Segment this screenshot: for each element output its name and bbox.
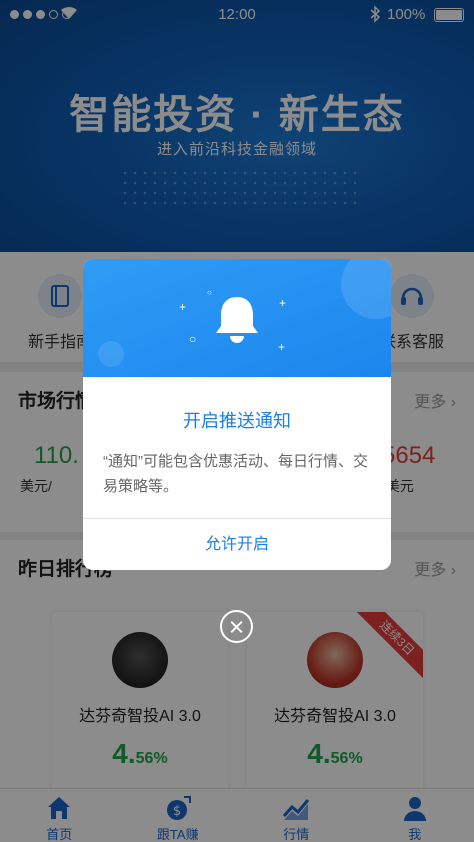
sparkle-icon: ○ bbox=[189, 332, 197, 346]
allow-notifications-button[interactable]: 允许开启 bbox=[83, 519, 391, 570]
dialog-header: + + ○ + ○ bbox=[83, 259, 391, 377]
close-icon[interactable] bbox=[220, 610, 253, 643]
dialog-message: “通知”可能包含优惠活动、每日行情、交易策略等。 bbox=[103, 453, 368, 495]
sparkle-icon: + bbox=[279, 296, 287, 310]
bell-icon bbox=[212, 293, 262, 350]
sparkle-icon: + bbox=[179, 300, 187, 314]
dialog-title: 开启推送通知 bbox=[183, 411, 291, 431]
sparkle-icon: + bbox=[278, 340, 286, 354]
push-notification-dialog: + + ○ + ○ 开启推送通知 “通知”可能包含优惠活动、每日行情、交易策略等… bbox=[83, 259, 391, 570]
